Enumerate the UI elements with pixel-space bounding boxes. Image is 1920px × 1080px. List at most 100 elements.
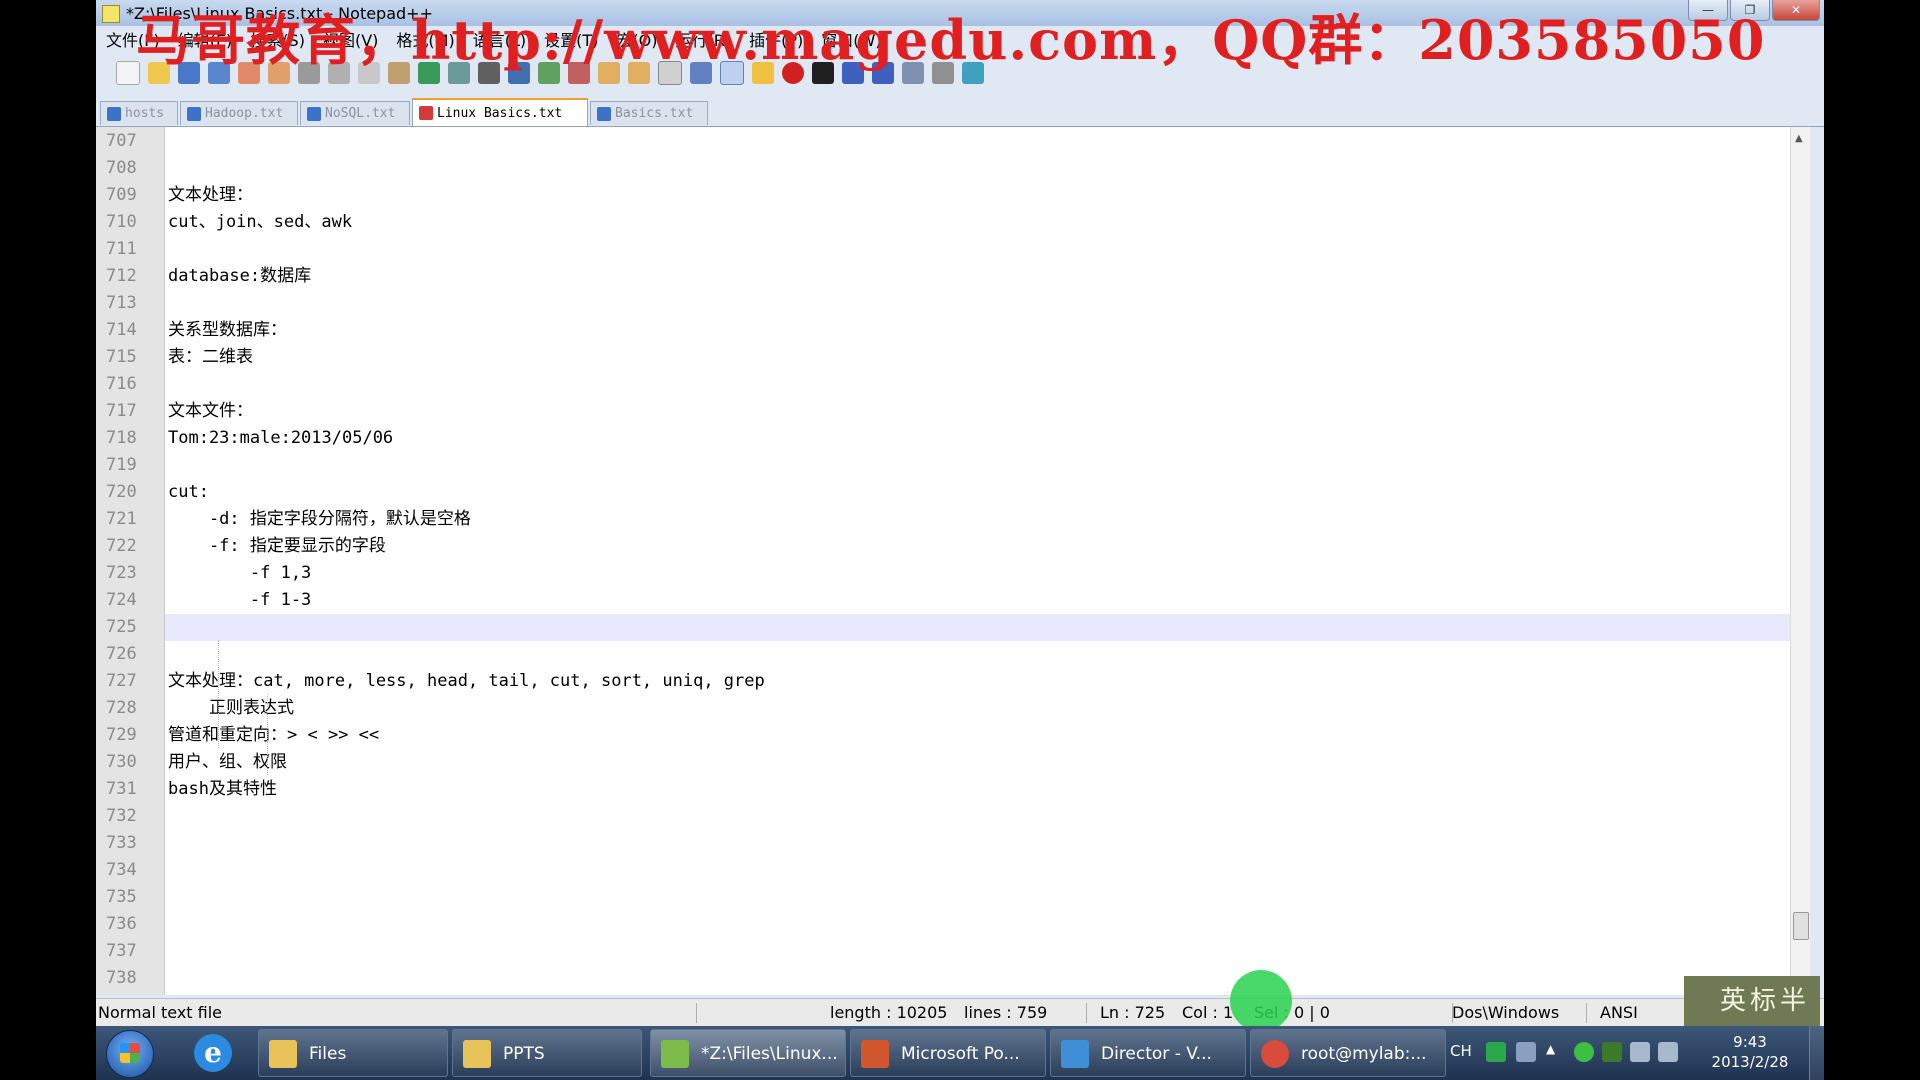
show-hidden-icons-icon[interactable]: ▲ [1546, 1042, 1566, 1062]
scroll-up-arrow-icon[interactable]: ▲ [1795, 133, 1803, 144]
code-line[interactable]: bash及其特性 [168, 776, 277, 803]
file-saved-icon [187, 106, 201, 121]
line-number: 716 [106, 374, 137, 394]
close-button[interactable]: ✕ [1772, 0, 1820, 21]
ime-settings-icon[interactable] [1516, 1042, 1536, 1062]
tab-label: hosts [125, 106, 165, 121]
code-line[interactable]: -d: 指定字段分隔符，默认是空格 [168, 506, 471, 533]
line-number: 710 [106, 212, 137, 232]
code-line[interactable]: 正则表达式 [168, 695, 294, 722]
clock-date: 2013/2/28 [1711, 1053, 1789, 1071]
start-button[interactable] [106, 1030, 154, 1078]
status-encoding: ANSI [1600, 1003, 1638, 1022]
taskbar-item-terminal[interactable]: root@mylab:... [1250, 1029, 1446, 1077]
tab-basics[interactable]: Basics.txt [590, 101, 708, 125]
line-number: 709 [106, 185, 137, 205]
code-line[interactable]: cut: [168, 479, 209, 506]
powerpoint-icon [861, 1040, 889, 1068]
line-number: 708 [106, 158, 137, 178]
code-line[interactable]: 文本处理：cat, more, less, head, tail, cut, s… [168, 668, 765, 695]
taskbar-item-files[interactable]: Files [258, 1029, 448, 1077]
code-line[interactable]: -f: 指定要显示的字段 [168, 533, 386, 560]
line-number: 712 [106, 266, 137, 286]
line-number: 730 [106, 752, 137, 772]
line-number: 717 [106, 401, 137, 421]
folder-icon [463, 1040, 491, 1068]
tray-app-icon[interactable] [1602, 1042, 1622, 1062]
add-tray-icon[interactable] [1574, 1042, 1594, 1062]
system-clock[interactable]: 9:43 2013/2/28 [1700, 1032, 1800, 1072]
code-line[interactable]: 文本文件： [168, 398, 253, 425]
line-number: 714 [106, 320, 137, 340]
screen: *Z:\Files\Linux Basics.txt - Notepad++ —… [96, 0, 1824, 1080]
show-desktop-button[interactable] [1809, 1026, 1824, 1080]
taskbar-item-powerpoint[interactable]: Microsoft Po... [850, 1029, 1046, 1077]
code-line[interactable]: Tom:23:male:2013/05/06 [168, 425, 393, 452]
line-number: 723 [106, 563, 137, 583]
code-line[interactable]: 表：二维表 [168, 344, 253, 371]
ime-status-badge[interactable]: 英标半 [1684, 976, 1820, 1026]
watermark-banner: 马哥教育，http://www.magedu.com，QQ群：203585050 [136, 8, 1766, 72]
status-bar: Normal text file length : 10205 lines : … [96, 998, 1824, 1027]
indent-guide [267, 694, 268, 775]
line-number: 736 [106, 914, 137, 934]
clock-time: 9:43 [1733, 1033, 1767, 1051]
line-number: 711 [106, 239, 137, 259]
line-number: 725 [106, 617, 137, 637]
taskbar-item-director[interactable]: Director - V... [1050, 1029, 1246, 1077]
text-editor[interactable]: 707 708 709 文本处理： 710 cut、join、sed、awk 711 712 d… [96, 127, 1810, 995]
task-label: Files [309, 1044, 347, 1064]
putty-terminal-icon [1261, 1040, 1289, 1068]
code-line[interactable]: cut、join、sed、awk [168, 209, 352, 236]
line-number: 735 [106, 887, 137, 907]
file-unsaved-icon [419, 106, 433, 120]
line-number: 715 [106, 347, 137, 367]
line-number: 713 [106, 293, 137, 313]
code-line[interactable]: -f 1,3 [168, 560, 311, 587]
task-label: Microsoft Po... [901, 1044, 1020, 1064]
vertical-scrollbar[interactable]: ▲ [1790, 127, 1810, 995]
task-label: PPTS [503, 1044, 545, 1064]
taskbar-item-ppts[interactable]: PPTS [452, 1029, 642, 1077]
status-eol: Dos\Windows [1452, 1003, 1560, 1022]
volume-icon[interactable] [1658, 1042, 1678, 1062]
line-number: 727 [106, 671, 137, 691]
indent-guide [218, 640, 219, 748]
line-number: 724 [106, 590, 137, 610]
code-line[interactable]: 管道和重定向：> < >> << [168, 722, 379, 749]
line-number: 729 [106, 725, 137, 745]
task-label: *Z:\Files\Linux... [701, 1044, 838, 1064]
code-line[interactable]: database:数据库 [168, 263, 311, 290]
sogou-ime-icon[interactable] [1486, 1042, 1506, 1062]
tab-strip: hosts Hadoop.txt NoSQL.txt Linux Basics.… [96, 98, 1824, 127]
taskbar: e Files PPTS *Z:\Files\Linux... Microsof… [96, 1026, 1824, 1080]
code-line[interactable]: 文本处理： [168, 182, 253, 209]
tab-label: NoSQL.txt [325, 106, 396, 121]
code-line[interactable]: -f 1-3 [168, 587, 311, 614]
internet-explorer-icon[interactable]: e [194, 1034, 232, 1072]
line-number: 726 [106, 644, 137, 664]
line-number: 734 [106, 860, 137, 880]
tab-label: Linux Basics.txt [437, 105, 563, 121]
network-icon[interactable] [1630, 1042, 1650, 1062]
mouse-highlight [1230, 970, 1292, 1032]
tab-nosql[interactable]: NoSQL.txt [300, 101, 410, 125]
code-line[interactable]: 关系型数据库： [168, 317, 287, 344]
line-number: 718 [106, 428, 137, 448]
current-line-highlight [165, 614, 1791, 641]
tab-linux-basics[interactable]: Linux Basics.txt [412, 98, 588, 126]
line-number: 738 [106, 968, 137, 988]
code-line[interactable]: 用户、组、权限 [168, 749, 287, 776]
tab-hosts[interactable]: hosts [100, 101, 178, 125]
tab-hadoop[interactable]: Hadoop.txt [180, 101, 298, 125]
status-line: Ln : 725 [1100, 1003, 1166, 1022]
line-number: 722 [106, 536, 137, 556]
line-number: 719 [106, 455, 137, 475]
scroll-thumb[interactable] [1793, 912, 1809, 940]
file-saved-icon [107, 106, 121, 121]
line-number: 737 [106, 941, 137, 961]
taskbar-item-notepadpp[interactable]: *Z:\Files\Linux... [650, 1029, 846, 1077]
line-number: 728 [106, 698, 137, 718]
status-lines: lines : 759 [964, 1003, 1048, 1022]
input-language-indicator[interactable]: CH [1450, 1042, 1472, 1060]
